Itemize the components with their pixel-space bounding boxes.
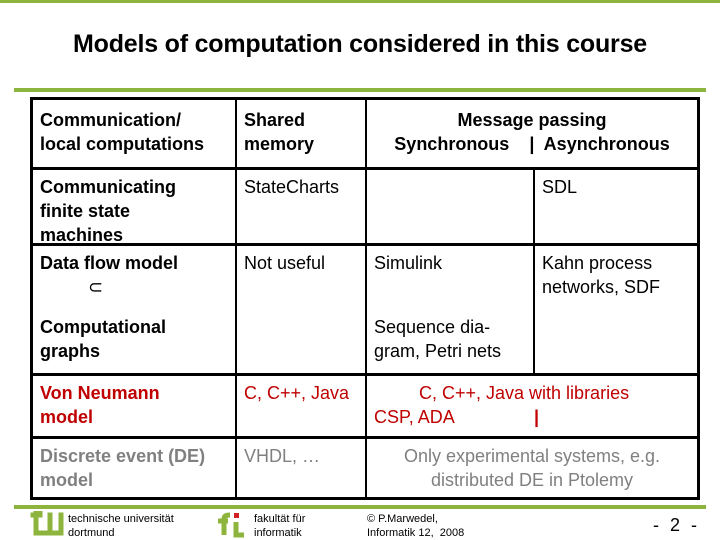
row-vonneumann-msg: C, C++, Java with libraries CSP, ADA | <box>374 383 630 427</box>
row-dataflow-async: Kahn process networks, SDF <box>542 253 661 297</box>
title-accent-rule <box>14 88 706 92</box>
subset-symbol: ⊂ <box>88 277 104 297</box>
row-dataflow-sync: Simulink <box>374 253 443 273</box>
row-cfsm-shared: StateCharts <box>244 177 340 197</box>
header-communication: Communication/ local computations <box>40 110 205 154</box>
tu-dortmund-logo-icon <box>30 511 64 536</box>
footer-copyright: © P.Marwedel, Informatik 12, 2008 <box>367 513 465 539</box>
row-vonneumann-shared: C, C++, Java <box>244 383 350 403</box>
footer-faculty: fakultät für informatik <box>254 513 306 539</box>
row-cfsm-async: SDL <box>542 177 578 197</box>
top-accent-rule <box>0 0 720 3</box>
row-compgraphs-sync: Sequence dia- gram, Petri nets <box>374 317 502 361</box>
row-cfsm-label: Communicating finite state machines <box>40 177 177 245</box>
row-vonneumann-label: Von Neumann model <box>40 383 160 427</box>
row-de-msg: Only experimental systems, e.g. distribu… <box>403 446 661 490</box>
header-message-passing: Message passing Synchronous | Asynchrono… <box>394 110 670 154</box>
slide-title: Models of computation considered in this… <box>73 30 647 58</box>
header-shared-memory: Shared memory <box>244 110 315 154</box>
row-dataflow-label: Data flow model ⊂ <box>33 246 235 299</box>
row-de-shared: VHDL, … <box>244 446 321 466</box>
fakultaet-informatik-logo-icon <box>218 512 244 538</box>
row-compgraphs-label: Computational graphs <box>40 317 166 361</box>
row-dataflow-shared: Not useful <box>244 253 326 273</box>
footer-university: technische universität dortmund <box>68 513 174 539</box>
models-table: Communication/ local computations Shared… <box>30 97 700 500</box>
footer-accent-rule <box>14 505 706 509</box>
page-number: - 2 - <box>652 515 700 535</box>
row-de-label: Discrete event (DE) model <box>40 446 206 490</box>
row-cfsm-sync <box>367 170 533 175</box>
sync-async-separator: | <box>534 407 540 427</box>
